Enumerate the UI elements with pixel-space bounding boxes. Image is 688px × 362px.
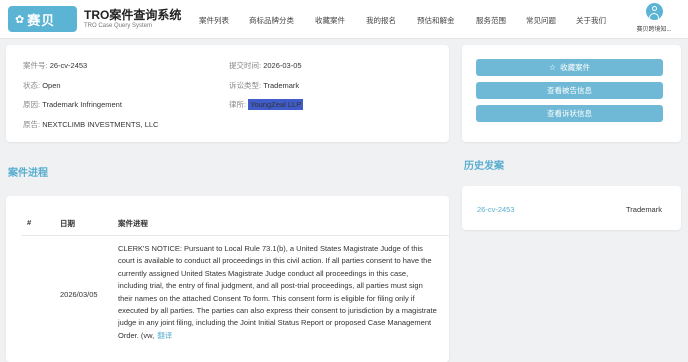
row-date: 2026/03/05	[60, 290, 98, 299]
cause-label: 原因:	[23, 100, 41, 109]
logo[interactable]: ✿ 赛贝	[8, 6, 77, 32]
status-field: 状态: Open	[23, 80, 61, 91]
col-index-header: #	[27, 218, 32, 227]
user-avatar-icon	[645, 3, 663, 20]
law-firm-label: 律所:	[229, 100, 247, 109]
history-case-type: Trademark	[626, 205, 662, 214]
logo-flower-icon: ✿	[15, 13, 25, 26]
top-header: ✿ 赛贝 TRO案件查询系统 TRO Case Query System 案件列…	[0, 0, 688, 39]
submit-date-field: 提交时间: 2026-03-05	[229, 60, 302, 71]
table-header-divider	[22, 235, 449, 236]
star-icon: ☆	[548, 63, 557, 72]
view-defendant-button[interactable]: 查看被告信息	[476, 82, 663, 99]
row-progress-text: CLERK'S NOTICE: Pursuant to Local Rule 7…	[118, 243, 438, 342]
status-label: 状态:	[23, 81, 41, 90]
cause-field: 原因: Trademark Infringement	[23, 99, 122, 110]
status-value: Open	[42, 81, 61, 90]
nav-brand-category[interactable]: 商标品牌分类	[249, 15, 294, 26]
nav-faq[interactable]: 常见问题	[526, 15, 556, 26]
law-firm-value[interactable]: YoungZeal LLP	[248, 99, 304, 110]
cause-value: Trademark Infringement	[42, 100, 122, 109]
history-section-title: 历史发案	[464, 161, 504, 172]
case-type-label: 诉讼类型:	[229, 81, 262, 90]
translate-link[interactable]: 翻译	[157, 331, 172, 340]
nav-service-scope[interactable]: 服务范围	[476, 15, 506, 26]
brand-subtitle: TRO Case Query System	[84, 23, 153, 29]
nav-about[interactable]: 关于我们	[576, 15, 606, 26]
history-case-link[interactable]: 26-cv-2453	[477, 205, 515, 214]
submit-date-label: 提交时间:	[229, 61, 262, 70]
case-number-value: 26-cv-2453	[49, 61, 88, 70]
nav-case-list[interactable]: 案件列表	[199, 15, 229, 26]
logo-text: 赛贝	[27, 12, 56, 28]
col-date-header: 日期	[60, 219, 75, 228]
favorite-case-label: 收藏案件	[560, 63, 591, 72]
law-firm-field: 律所: YoungZeal LLP	[229, 99, 304, 110]
plaintiff-value: NEXTCLIMB INVESTMENTS, LLC	[42, 120, 159, 129]
favorite-case-button[interactable]: ☆ 收藏案件	[476, 59, 663, 76]
user-name: 赛贝跨境知...	[636, 27, 672, 33]
brand-title: TRO案件查询系统	[84, 8, 182, 22]
user-menu[interactable]: 赛贝跨境知...	[628, 3, 680, 33]
nav-settlement-estimate[interactable]: 预估和解金	[417, 15, 455, 26]
plaintiff-field: 原告: NEXTCLIMB INVESTMENTS, LLC	[23, 119, 158, 130]
submit-date-value: 2026-03-05	[263, 61, 302, 70]
nav-favorites[interactable]: 收藏案件	[315, 15, 345, 26]
action-card: ☆ 收藏案件 查看被告信息 查看诉状信息	[462, 45, 681, 142]
plaintiff-label: 原告:	[23, 120, 41, 129]
nav-my-registrations[interactable]: 我的报名	[366, 15, 396, 26]
case-type-field: 诉讼类型: Trademark	[229, 80, 299, 91]
brand: TRO案件查询系统 TRO Case Query System	[84, 8, 181, 31]
progress-text: CLERK'S NOTICE: Pursuant to Local Rule 7…	[118, 244, 437, 340]
view-complaint-button[interactable]: 查看诉状信息	[476, 105, 663, 122]
case-number-field: 案件号: 26-cv-2453	[23, 60, 87, 71]
progress-section-title: 案件进程	[8, 168, 48, 179]
case-number-label: 案件号:	[23, 61, 48, 70]
case-type-value: Trademark	[263, 81, 300, 90]
col-progress-header: 案件进程	[118, 219, 148, 228]
